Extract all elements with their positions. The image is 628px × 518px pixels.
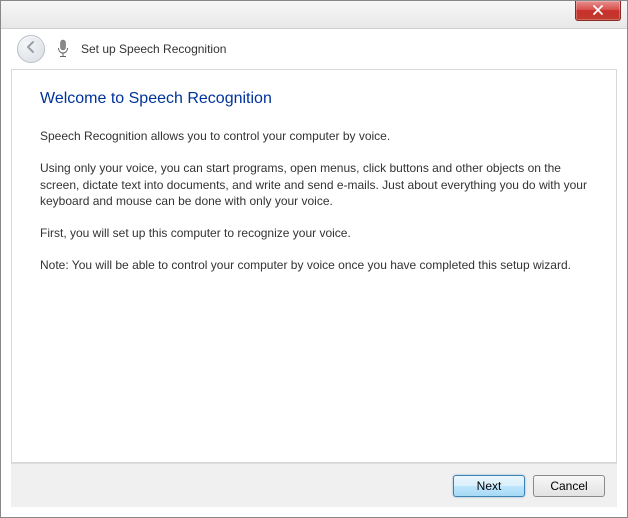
back-button[interactable] [17, 35, 45, 63]
next-button[interactable]: Next [453, 475, 525, 497]
wizard-footer: Next Cancel [11, 463, 617, 507]
content-wrapper: Welcome to Speech Recognition Speech Rec… [1, 69, 627, 517]
intro-paragraph-2: Using only your voice, you can start pro… [40, 160, 588, 210]
header-title: Set up Speech Recognition [81, 42, 226, 56]
intro-paragraph-4: Note: You will be able to control your c… [40, 257, 588, 274]
page-heading: Welcome to Speech Recognition [40, 90, 588, 108]
close-icon [593, 2, 603, 20]
content-panel: Welcome to Speech Recognition Speech Rec… [11, 69, 617, 463]
wizard-window: Set up Speech Recognition Welcome to Spe… [0, 0, 628, 518]
cancel-button[interactable]: Cancel [533, 475, 605, 497]
microphone-icon [55, 39, 71, 59]
wizard-header: Set up Speech Recognition [1, 29, 627, 69]
intro-paragraph-1: Speech Recognition allows you to control… [40, 128, 588, 145]
back-arrow-icon [24, 40, 38, 59]
intro-paragraph-3: First, you will set up this computer to … [40, 225, 588, 242]
titlebar [1, 1, 627, 29]
close-button[interactable] [575, 1, 621, 21]
